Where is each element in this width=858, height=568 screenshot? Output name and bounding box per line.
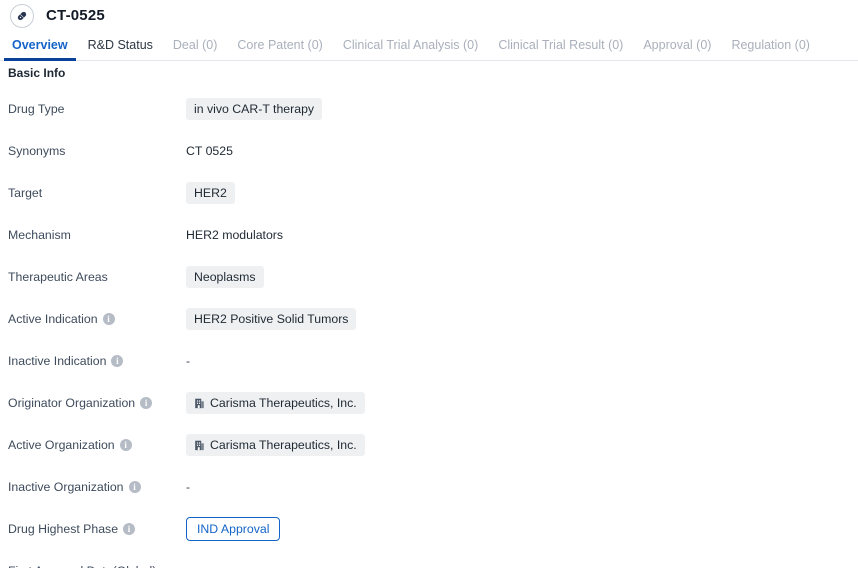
chip-drug-type[interactable]: in vivo CAR-T therapy xyxy=(186,98,323,120)
field-value: - xyxy=(186,564,190,568)
field-row-drug-highest-phase: Drug Highest Phase i IND Approval xyxy=(0,508,858,550)
value-synonyms: CT 0525 xyxy=(186,144,233,158)
field-value: in vivo CAR-T therapy xyxy=(186,98,323,120)
field-label-text: Drug Highest Phase xyxy=(8,522,119,536)
field-value: - xyxy=(186,354,190,368)
field-label-text: Target xyxy=(8,186,43,200)
field-value: Carisma Therapeutics, Inc. xyxy=(186,392,365,414)
chip-therapeutic-area[interactable]: Neoplasms xyxy=(186,266,264,288)
field-label: Active Organization i xyxy=(8,438,186,452)
field-label-text: Originator Organization xyxy=(8,396,136,410)
field-label: Therapeutic Areas xyxy=(8,270,186,284)
field-row-mechanism: Mechanism HER2 modulators xyxy=(0,214,858,256)
field-row-inactive-organization: Inactive Organization i - xyxy=(0,466,858,508)
field-label-text: Inactive Indication xyxy=(8,354,107,368)
info-icon[interactable]: i xyxy=(123,523,136,535)
field-row-target: Target HER2 xyxy=(0,172,858,214)
field-label-text: First Approval Date(Global) xyxy=(8,564,156,568)
field-label-text: Synonyms xyxy=(8,144,66,158)
field-value: - xyxy=(186,480,190,494)
chip-label: Carisma Therapeutics, Inc. xyxy=(210,438,357,452)
field-label-text: Therapeutic Areas xyxy=(8,270,108,284)
field-label: Originator Organization i xyxy=(8,396,186,410)
field-value: HER2 modulators xyxy=(186,228,283,242)
value-inactive-organization: - xyxy=(186,480,191,494)
info-icon[interactable]: i xyxy=(140,397,153,409)
field-label: Active Indication i xyxy=(8,312,186,326)
field-value: HER2 Positive Solid Tumors xyxy=(186,308,357,330)
pill-capsule-icon xyxy=(10,3,34,28)
field-row-synonyms: Synonyms CT 0525 xyxy=(0,130,858,172)
info-icon[interactable]: i xyxy=(102,313,115,325)
tab-deal[interactable]: Deal (0) xyxy=(163,38,227,60)
field-label-text: Inactive Organization xyxy=(8,480,124,494)
field-label: Drug Type xyxy=(8,102,186,116)
chip-active-indication[interactable]: HER2 Positive Solid Tumors xyxy=(186,308,357,330)
tab-approval[interactable]: Approval (0) xyxy=(633,38,721,60)
field-label: Inactive Organization i xyxy=(8,480,186,494)
field-label: Inactive Indication i xyxy=(8,354,186,368)
drug-highest-phase-button[interactable]: IND Approval xyxy=(186,517,281,541)
tab-overview[interactable]: Overview xyxy=(2,38,78,61)
info-icon[interactable]: i xyxy=(111,355,124,367)
chip-target[interactable]: HER2 xyxy=(186,182,235,204)
page-title: CT-0525 xyxy=(46,7,105,24)
field-label: First Approval Date(Global) xyxy=(8,564,186,568)
field-row-active-organization: Active Organization i Carisma Therapeuti… xyxy=(0,424,858,466)
field-value: IND Approval xyxy=(186,517,281,541)
tab-rd-status[interactable]: R&D Status xyxy=(78,38,163,60)
field-value: Neoplasms xyxy=(186,266,264,288)
field-row-first-approval-date: First Approval Date(Global) - xyxy=(0,550,858,568)
building-icon xyxy=(194,397,205,409)
basic-info-fields: Drug Type in vivo CAR-T therapy Synonyms… xyxy=(0,80,858,568)
field-value: HER2 xyxy=(186,182,235,204)
field-label-text: Active Organization xyxy=(8,438,115,452)
building-icon xyxy=(194,439,205,451)
tab-clinical-trial-result[interactable]: Clinical Trial Result (0) xyxy=(488,38,633,60)
section-title-basic-info: Basic Info xyxy=(8,66,66,80)
chip-label: Carisma Therapeutics, Inc. xyxy=(210,396,357,410)
field-row-therapeutic-areas: Therapeutic Areas Neoplasms xyxy=(0,256,858,298)
tab-core-patent[interactable]: Core Patent (0) xyxy=(227,38,332,60)
field-label: Target xyxy=(8,186,186,200)
field-value: Carisma Therapeutics, Inc. xyxy=(186,434,365,456)
value-inactive-indication: - xyxy=(186,354,191,368)
field-row-originator-organization: Originator Organization i Carisma Therap… xyxy=(0,382,858,424)
tab-regulation[interactable]: Regulation (0) xyxy=(721,38,820,60)
info-icon[interactable]: i xyxy=(128,481,141,493)
tab-bar: Overview R&D Status Deal (0) Core Patent… xyxy=(0,31,858,61)
value-first-approval-date: - xyxy=(186,564,190,568)
field-label: Synonyms xyxy=(8,144,186,158)
drug-detail-page: CT-0525 Overview R&D Status Deal (0) Cor… xyxy=(0,0,858,568)
field-row-drug-type: Drug Type in vivo CAR-T therapy xyxy=(0,88,858,130)
field-row-inactive-indication: Inactive Indication i - xyxy=(0,340,858,382)
info-icon[interactable]: i xyxy=(119,439,132,451)
tab-clinical-trial-analysis[interactable]: Clinical Trial Analysis (0) xyxy=(333,38,488,60)
field-label-text: Active Indication xyxy=(8,312,98,326)
field-value: CT 0525 xyxy=(186,144,233,158)
field-label: Mechanism xyxy=(8,228,186,242)
field-row-active-indication: Active Indication i HER2 Positive Solid … xyxy=(0,298,858,340)
page-header: CT-0525 xyxy=(0,0,858,31)
field-label: Drug Highest Phase i xyxy=(8,522,186,536)
chip-active-organization[interactable]: Carisma Therapeutics, Inc. xyxy=(186,434,365,456)
field-label-text: Mechanism xyxy=(8,228,71,242)
value-mechanism: HER2 modulators xyxy=(186,228,284,242)
chip-originator-organization[interactable]: Carisma Therapeutics, Inc. xyxy=(186,392,365,414)
field-label-text: Drug Type xyxy=(8,102,65,116)
